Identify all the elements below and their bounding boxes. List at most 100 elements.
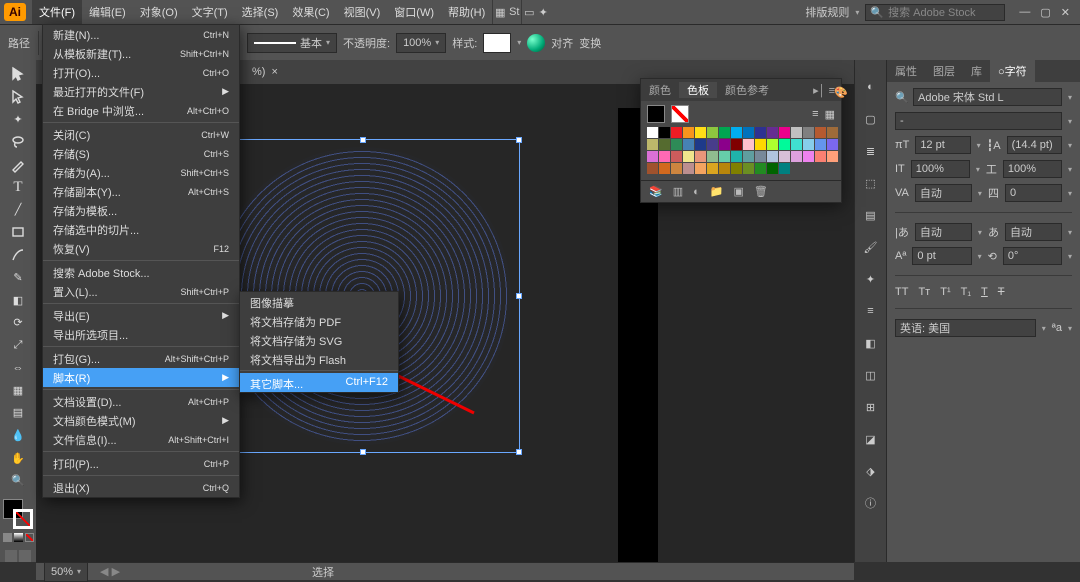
file-menu-item[interactable]: 打印(P)...Ctrl+P <box>43 454 239 473</box>
symbols-icon[interactable]: ✦ <box>862 270 880 288</box>
graphic-style[interactable] <box>483 33 511 53</box>
file-menu-item[interactable]: 恢复(V)F12 <box>43 239 239 258</box>
file-menu-item[interactable]: 存储为模板... <box>43 201 239 220</box>
swatch-cell[interactable] <box>659 151 670 162</box>
align-label[interactable]: 对齐 <box>551 35 573 51</box>
swatch-cell[interactable] <box>767 163 778 174</box>
transform-panel-icon[interactable]: ⬗ <box>862 462 880 480</box>
swatch-cell[interactable] <box>695 127 706 138</box>
color-guide-tab[interactable]: 颜色参考 <box>717 82 777 98</box>
color-panel-icon[interactable]: 🎨 <box>834 86 854 102</box>
draw-behind-icon[interactable] <box>19 550 31 562</box>
list-view-icon[interactable]: ≡ <box>812 108 818 121</box>
swatch-grid[interactable] <box>641 127 841 180</box>
brush-tool[interactable] <box>5 245 31 266</box>
font-style-field[interactable]: - <box>895 112 1062 130</box>
draw-normal-icon[interactable] <box>5 550 17 562</box>
swatch-cell[interactable] <box>827 127 838 138</box>
swatch-cell[interactable] <box>683 163 694 174</box>
zoom-level[interactable]: 50%▾ <box>44 562 88 582</box>
none-swatch[interactable] <box>671 105 689 123</box>
swatch-cell[interactable] <box>743 139 754 150</box>
swatch-cell[interactable] <box>647 151 658 162</box>
stock-search[interactable]: 🔍 搜索 Adobe Stock <box>865 4 1005 21</box>
color-mode-icon[interactable] <box>3 533 12 542</box>
info-icon[interactable]: ⓘ <box>862 494 880 512</box>
free-transform-tool[interactable]: ▦ <box>5 380 31 401</box>
font-size-field[interactable]: 12 pt <box>915 136 970 154</box>
fill-stroke-swatch[interactable] <box>3 499 33 527</box>
eraser-tool[interactable]: ◧ <box>5 290 31 311</box>
swatch-cell[interactable] <box>647 139 658 150</box>
current-swatch[interactable] <box>647 105 665 123</box>
char-rotate-field[interactable]: 0° <box>1003 247 1062 265</box>
transform-label[interactable]: 变换 <box>579 35 601 51</box>
menu-5[interactable]: 效果(C) <box>285 0 336 24</box>
swatch-cell[interactable] <box>815 127 826 138</box>
layout-rules[interactable]: 排版规则 <box>805 4 849 20</box>
menu-4[interactable]: 选择(S) <box>235 0 286 24</box>
script-menu-item[interactable]: 将文档导出为 Flash <box>240 349 398 368</box>
appearance-icon[interactable]: ◐ <box>862 78 880 96</box>
vscale-field[interactable]: 100% <box>911 160 970 178</box>
file-menu-item[interactable]: 文档颜色模式(M)▶ <box>43 411 239 430</box>
swatch-cell[interactable] <box>707 151 718 162</box>
swatch-cell[interactable] <box>707 163 718 174</box>
swatch-cell[interactable] <box>659 139 670 150</box>
swatch-cell[interactable] <box>755 127 766 138</box>
artboards-icon[interactable]: ▤ <box>862 206 880 224</box>
gradient-panel-icon[interactable]: ◧ <box>862 334 880 352</box>
pencil-tool[interactable]: ✎ <box>5 267 31 288</box>
transparency-icon[interactable]: ◫ <box>862 366 880 384</box>
show-kinds-icon[interactable]: ▥ <box>673 185 683 198</box>
restore-icon[interactable]: ▢ <box>1040 6 1050 19</box>
swatch-cell[interactable] <box>707 139 718 150</box>
delete-swatch-icon[interactable]: 🗑 <box>754 185 768 198</box>
swatch-cell[interactable] <box>803 151 814 162</box>
antialias-icon[interactable]: ªa <box>1052 322 1062 334</box>
libraries-tab[interactable]: 库 <box>963 60 990 82</box>
brushes-icon[interactable]: 🖌 <box>862 238 880 256</box>
swatch-cell[interactable] <box>671 163 682 174</box>
file-menu-item[interactable]: 导出所选项目... <box>43 325 239 344</box>
baseline-field[interactable]: 0 pt <box>912 247 971 265</box>
swatches-panel[interactable]: 颜色 色板 颜色参考 ▸│ ≡ ≡ ▦ 📚 ▥ ◐ 📁 ▣ 🗑 <box>640 78 842 203</box>
swatch-cell[interactable] <box>683 139 694 150</box>
new-group-icon[interactable]: 📁 <box>710 185 724 198</box>
character-tab[interactable]: ○字符 <box>990 60 1035 82</box>
none-mode-icon[interactable] <box>25 533 34 542</box>
swatch-cell[interactable] <box>791 139 802 150</box>
hand-tool[interactable]: ✋ <box>5 448 31 469</box>
file-menu-item[interactable]: 打包(G)...Alt+Shift+Ctrl+P <box>43 349 239 368</box>
file-menu-item[interactable]: 打开(O)...Ctrl+O <box>43 63 239 82</box>
script-menu-item[interactable]: 图像描摹 <box>240 292 398 311</box>
swatch-cell[interactable] <box>695 151 706 162</box>
strikethrough-icon[interactable]: T <box>998 286 1005 298</box>
hscale-field[interactable]: 100% <box>1003 160 1062 178</box>
swatch-cell[interactable] <box>779 127 790 138</box>
swatch-cell[interactable] <box>827 151 838 162</box>
asset-icon[interactable]: ⬚ <box>862 174 880 192</box>
file-menu-item[interactable]: 置入(L)...Shift+Ctrl+P <box>43 282 239 301</box>
direct-selection-tool[interactable] <box>5 87 31 108</box>
swatch-cell[interactable] <box>767 127 778 138</box>
swatch-cell[interactable] <box>671 139 682 150</box>
menu-2[interactable]: 对象(O) <box>133 0 185 24</box>
swatch-cell[interactable] <box>779 151 790 162</box>
swatch-cell[interactable] <box>719 163 730 174</box>
swatch-cell[interactable] <box>827 139 838 150</box>
new-swatch-icon[interactable]: ▣ <box>733 185 743 198</box>
menu-3[interactable]: 文字(T) <box>185 0 235 24</box>
autokern2-field[interactable]: 自动 <box>1005 223 1062 241</box>
properties-tab[interactable]: 属性 <box>887 60 925 82</box>
swatch-cell[interactable] <box>755 151 766 162</box>
script-menu-item[interactable]: 将文档存储为 PDF <box>240 311 398 330</box>
file-menu-item[interactable]: 最近打开的文件(F)▶ <box>43 82 239 101</box>
subscript-icon[interactable]: T₁ <box>961 286 971 298</box>
library-icon[interactable]: 📚 <box>649 185 663 198</box>
leading-field[interactable]: (14.4 pt) <box>1007 136 1062 154</box>
menu-1[interactable]: 编辑(E) <box>82 0 133 24</box>
swatch-cell[interactable] <box>671 127 682 138</box>
swatch-cell[interactable] <box>779 163 790 174</box>
menu-0[interactable]: 文件(F) <box>32 0 82 24</box>
